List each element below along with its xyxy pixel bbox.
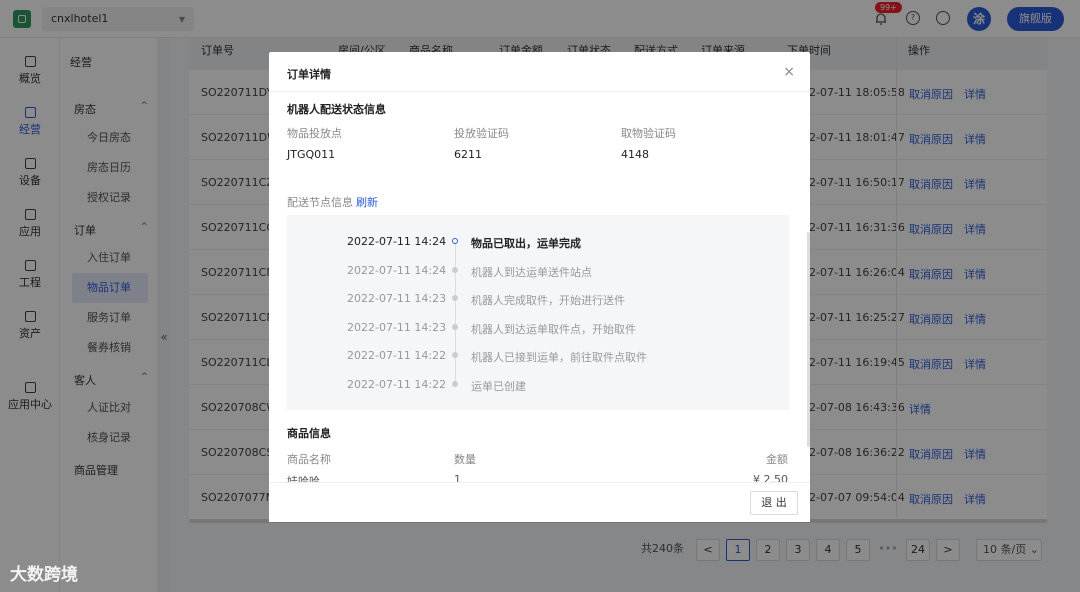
refresh-link[interactable]: 刷新 [356, 194, 378, 210]
timeline-time: 2022-07-11 14:22 [347, 349, 447, 362]
field-label: 取物验证码 [621, 127, 676, 140]
exit-button[interactable]: 退 出 [750, 491, 798, 515]
watermark-logo: 大数跨境 [10, 565, 78, 585]
goods-column-header: 金额 [766, 453, 788, 466]
field-label: 物品投放点 [287, 127, 342, 140]
timeline-line [455, 241, 456, 386]
timeline-dot [452, 381, 458, 387]
modal-header: 订单详情 × [269, 52, 810, 92]
order-detail-modal: 订单详情 × 机器人配送状态信息 物品投放点 投放验证码 取物验证码 JTGQ0… [269, 52, 810, 522]
timeline-time: 2022-07-11 14:23 [347, 292, 447, 305]
timeline-text: 物品已取出，运单完成 [471, 237, 581, 250]
timeline-dot [452, 238, 458, 244]
field-value: 6211 [454, 148, 482, 161]
timeline-time: 2022-07-11 14:24 [347, 235, 447, 248]
delivery-timeline: 2022-07-11 14:24 物品已取出，运单完成 2022-07-11 1… [287, 215, 789, 410]
timeline-time: 2022-07-11 14:22 [347, 378, 447, 391]
close-icon[interactable]: × [783, 64, 795, 80]
goods-column-header: 商品名称 [287, 453, 331, 466]
modal-footer: 退 出 [269, 482, 810, 522]
timeline-text: 运单已创建 [471, 380, 526, 393]
timeline-time: 2022-07-11 14:23 [347, 321, 447, 334]
timeline-time: 2022-07-11 14:24 [347, 264, 447, 277]
timeline-text: 机器人到达运单送件站点 [471, 266, 592, 279]
timeline-text: 机器人到达运单取件点，开始取件 [471, 323, 636, 336]
robot-section-title: 机器人配送状态信息 [287, 103, 386, 116]
timeline-dot [452, 295, 458, 301]
modal-scrollbar[interactable] [807, 232, 810, 447]
modal-title: 订单详情 [287, 68, 331, 81]
node-info-label: 配送节点信息 [287, 196, 353, 209]
timeline-text: 机器人完成取件，开始进行送件 [471, 294, 625, 307]
timeline-dot [452, 267, 458, 273]
field-label: 投放验证码 [454, 127, 509, 140]
timeline-dot [452, 324, 458, 330]
field-value: 4148 [621, 148, 649, 161]
timeline-text: 机器人已接到运单，前往取件点取件 [471, 351, 647, 364]
goods-section-title: 商品信息 [287, 427, 331, 440]
goods-column-header: 数量 [454, 453, 476, 466]
timeline-dot [452, 352, 458, 358]
field-value: JTGQ011 [287, 148, 336, 161]
